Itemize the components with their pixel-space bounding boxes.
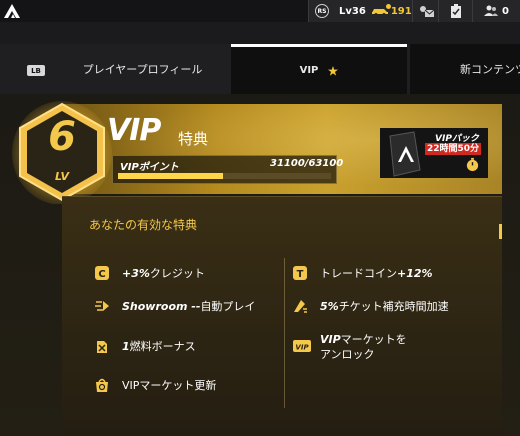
star-icon bbox=[328, 65, 339, 76]
tab-vip[interactable]: VIP bbox=[231, 44, 407, 94]
credit-coin-icon: C bbox=[95, 266, 109, 280]
svg-text:VIP: VIP bbox=[295, 344, 309, 352]
notification-dot bbox=[386, 4, 391, 9]
messages-button[interactable] bbox=[412, 0, 438, 22]
autoplay-icon bbox=[95, 301, 109, 311]
clipboard-icon bbox=[450, 4, 461, 18]
tab-label: VIP bbox=[299, 65, 319, 76]
market-refresh-icon bbox=[96, 378, 108, 392]
tasks-button[interactable] bbox=[438, 0, 472, 22]
trade-coin-icon: T bbox=[293, 266, 307, 280]
benefit-fuel: 1 燃料ボーナス bbox=[94, 338, 196, 354]
benefit-market-refresh: VIPマーケット更新 bbox=[94, 377, 216, 393]
vip-points-progress bbox=[118, 173, 331, 179]
top-bar: RS Lv36 191 0 bbox=[0, 0, 520, 22]
svg-text:C: C bbox=[98, 269, 105, 280]
friends-button[interactable]: 0 bbox=[472, 0, 520, 22]
benefits-title: あなたの有効な特典 bbox=[89, 218, 198, 232]
vip-level-number: 6 bbox=[48, 114, 76, 160]
benefit-vip-market-unlock: VIP VIPマーケットを アンロック bbox=[292, 332, 407, 362]
mail-icon bbox=[419, 6, 434, 17]
player-status-pill[interactable]: RS Lv36 191 bbox=[308, 0, 412, 22]
tab-player-profile[interactable]: プレイヤープロフィール bbox=[55, 44, 230, 94]
game-logo-icon bbox=[4, 4, 20, 18]
vip-level-unit: LV bbox=[54, 170, 69, 183]
benefits-scrollbar[interactable] bbox=[499, 224, 502, 239]
currency-value: 191 bbox=[390, 5, 412, 17]
benefit-trade-coin: T トレードコイン +12% bbox=[292, 265, 433, 281]
vip-points-label: VIPポイント bbox=[120, 162, 179, 173]
tab-label: プレイヤープロフィール bbox=[82, 63, 203, 76]
vip-pack-timer: 22時間50分 bbox=[425, 143, 482, 155]
fuel-can-icon bbox=[97, 341, 107, 353]
player-level: Lv36 bbox=[339, 5, 366, 17]
tab-label: 新コンテンツ bbox=[460, 63, 520, 76]
svg-text:T: T bbox=[297, 269, 304, 280]
lb-shoulder-button[interactable]: LB bbox=[27, 65, 45, 76]
benefit-ticket-speed: 5% チケット補充時間加速 bbox=[292, 298, 449, 314]
tab-bar: プレイヤープロフィール VIP 新コンテンツ bbox=[0, 44, 520, 94]
ticket-speed-icon bbox=[294, 300, 307, 313]
vip-subtitle: 特典 bbox=[178, 130, 209, 148]
benefits-divider bbox=[284, 258, 285, 408]
vip-points-progress-fill bbox=[118, 173, 223, 179]
vip-title: VIP bbox=[107, 113, 161, 148]
benefit-credit: C +3% クレジット bbox=[94, 265, 205, 281]
benefit-showroom-autoplay: Showroom -- 自動プレイ bbox=[94, 298, 255, 314]
friends-count: 0 bbox=[502, 5, 509, 17]
vip-points-value: 31100/63100 bbox=[270, 158, 344, 169]
vip-market-icon: VIP bbox=[293, 340, 311, 352]
tab-new-content[interactable]: 新コンテンツ bbox=[410, 44, 520, 94]
rs-badge: RS bbox=[315, 4, 329, 18]
friends-icon bbox=[484, 5, 499, 16]
stopwatch-icon bbox=[466, 157, 479, 172]
